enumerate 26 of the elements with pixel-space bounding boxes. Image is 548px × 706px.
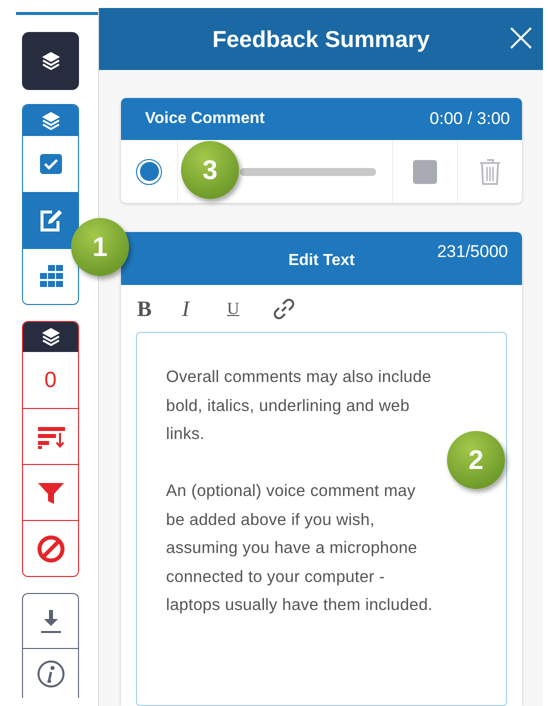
panel-title: Feedback Summary [212, 26, 430, 52]
link-button[interactable] [272, 296, 296, 320]
grid-icon [38, 264, 64, 288]
ban-button[interactable] [23, 520, 78, 576]
layers-icon [40, 110, 62, 132]
download-icon [38, 608, 62, 634]
layers-button[interactable] [22, 32, 79, 90]
close-button[interactable] [509, 26, 533, 50]
info-icon [36, 660, 64, 688]
bold-button[interactable]: B [137, 296, 182, 322]
checkbox-icon [38, 153, 62, 175]
ban-icon [36, 534, 64, 562]
record-button[interactable] [136, 158, 162, 184]
layers-icon [40, 50, 62, 72]
sort-icon [36, 424, 64, 448]
character-count: 231/5000 [437, 242, 508, 262]
italic-button[interactable]: I [182, 296, 227, 322]
layers-icon [40, 326, 62, 348]
edit-icon [38, 208, 64, 234]
underline-button[interactable]: U [227, 298, 272, 318]
edit-button[interactable] [23, 192, 78, 248]
card-title: Voice Comment [145, 110, 265, 128]
card-title: Edit Text [288, 252, 355, 270]
grid-button[interactable] [23, 248, 78, 304]
filter-icon [36, 480, 64, 504]
time-readout: 0:00 / 3:00 [430, 109, 510, 129]
